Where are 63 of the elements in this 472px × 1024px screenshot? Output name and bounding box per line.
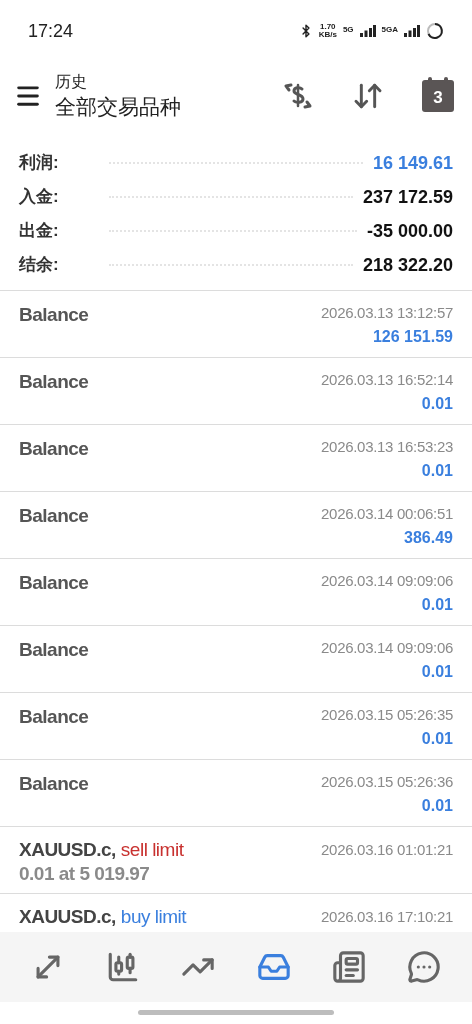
row-title: Balance xyxy=(19,437,89,461)
summary-value: 237 172.59 xyxy=(362,185,453,209)
row-time: 2026.03.14 00:06:51 xyxy=(321,504,453,524)
history-row[interactable]: Balance 2026.03.15 05:26:36 0.01 xyxy=(0,760,472,827)
network-speed-unit: KB/s xyxy=(318,31,337,39)
summary-value: 218 322.20 xyxy=(362,253,453,277)
row-title: Balance xyxy=(19,303,89,327)
order-row[interactable]: XAUUSD.c, sell limit 0.01 at 5 019.97 2026.03.16 01:01:21 xyxy=(0,827,472,894)
summary-label: 出金: xyxy=(19,220,60,243)
row-amount: 0.01 xyxy=(421,796,453,816)
history-row[interactable]: Balance 2026.03.14 09:09:06 0.01 xyxy=(0,626,472,693)
row-title: Balance xyxy=(19,370,89,394)
row-amount: 0.01 xyxy=(421,729,453,749)
row-time: 2026.03.16 17:10:21 xyxy=(321,907,453,927)
row-time: 2026.03.15 05:26:36 xyxy=(321,772,453,792)
signal-icon xyxy=(404,25,420,37)
row-title: Balance xyxy=(19,504,89,528)
history-row[interactable]: Balance 2026.03.14 00:06:51 386.49 xyxy=(0,492,472,559)
row-time: 2026.03.13 16:53:23 xyxy=(321,437,453,457)
history-row[interactable]: Balance 2026.03.13 13:12:57 126 151.59 xyxy=(0,291,472,358)
signal-icon xyxy=(359,25,376,37)
order-symbol: XAUUSD.c, xyxy=(19,838,116,862)
row-time: 2026.03.16 01:01:21 xyxy=(321,840,453,860)
row-time: 2026.03.13 13:12:57 xyxy=(321,303,453,323)
chat-bubble-icon[interactable] xyxy=(407,950,442,984)
row-title: Balance xyxy=(19,571,89,595)
history-row[interactable]: Balance 2026.03.13 16:52:14 0.01 xyxy=(0,358,472,425)
row-title: Balance xyxy=(19,705,89,729)
row-amount: 0.01 xyxy=(421,595,453,615)
history-row[interactable]: Balance 2026.03.14 09:09:06 0.01 xyxy=(0,559,472,626)
order-detail: 0.01 at 5 019.97 xyxy=(19,863,151,885)
row-time: 2026.03.15 05:26:35 xyxy=(321,705,453,725)
candlestick-icon[interactable] xyxy=(106,950,140,984)
row-title: Balance xyxy=(19,638,89,662)
row-amount: 0.01 xyxy=(421,394,453,414)
summary-label: 入金: xyxy=(19,186,60,209)
summary-value: 16 149.61 xyxy=(372,151,453,175)
order-symbol: XAUUSD.c, xyxy=(19,905,116,929)
row-title: Balance xyxy=(19,772,89,796)
summary-label: 结余: xyxy=(19,254,60,277)
row-amount: 0.01 xyxy=(421,662,453,682)
row-time: 2026.03.14 09:09:06 xyxy=(321,638,453,658)
page-title: 全部交易品种 xyxy=(55,94,182,120)
network-speed: 1.70 xyxy=(319,23,336,31)
history-row[interactable]: Balance 2026.03.15 05:26:35 0.01 xyxy=(0,693,472,760)
order-type: sell limit xyxy=(120,838,184,862)
network-type: 5G xyxy=(342,24,354,36)
calendar-day: 3 xyxy=(433,85,443,111)
summary-value: -35 000.00 xyxy=(366,219,453,243)
order-type: buy limit xyxy=(120,905,187,929)
network-type: 5GA xyxy=(381,24,398,36)
loading-ring-icon xyxy=(426,22,444,40)
calendar-icon[interactable]: 3 xyxy=(422,80,454,112)
row-amount: 386.49 xyxy=(404,528,453,548)
page-subtitle: 历史 xyxy=(55,72,88,92)
row-amount: 126 151.59 xyxy=(372,327,453,347)
row-time: 2026.03.13 16:52:14 xyxy=(321,370,453,390)
status-time: 17:24 xyxy=(28,19,74,43)
row-amount: 0.01 xyxy=(421,461,453,481)
history-row[interactable]: Balance 2026.03.13 16:53:23 0.01 xyxy=(0,425,472,492)
newspaper-icon[interactable] xyxy=(331,950,366,984)
row-time: 2026.03.14 09:09:06 xyxy=(321,571,453,591)
summary-label: 利润: xyxy=(19,152,60,175)
